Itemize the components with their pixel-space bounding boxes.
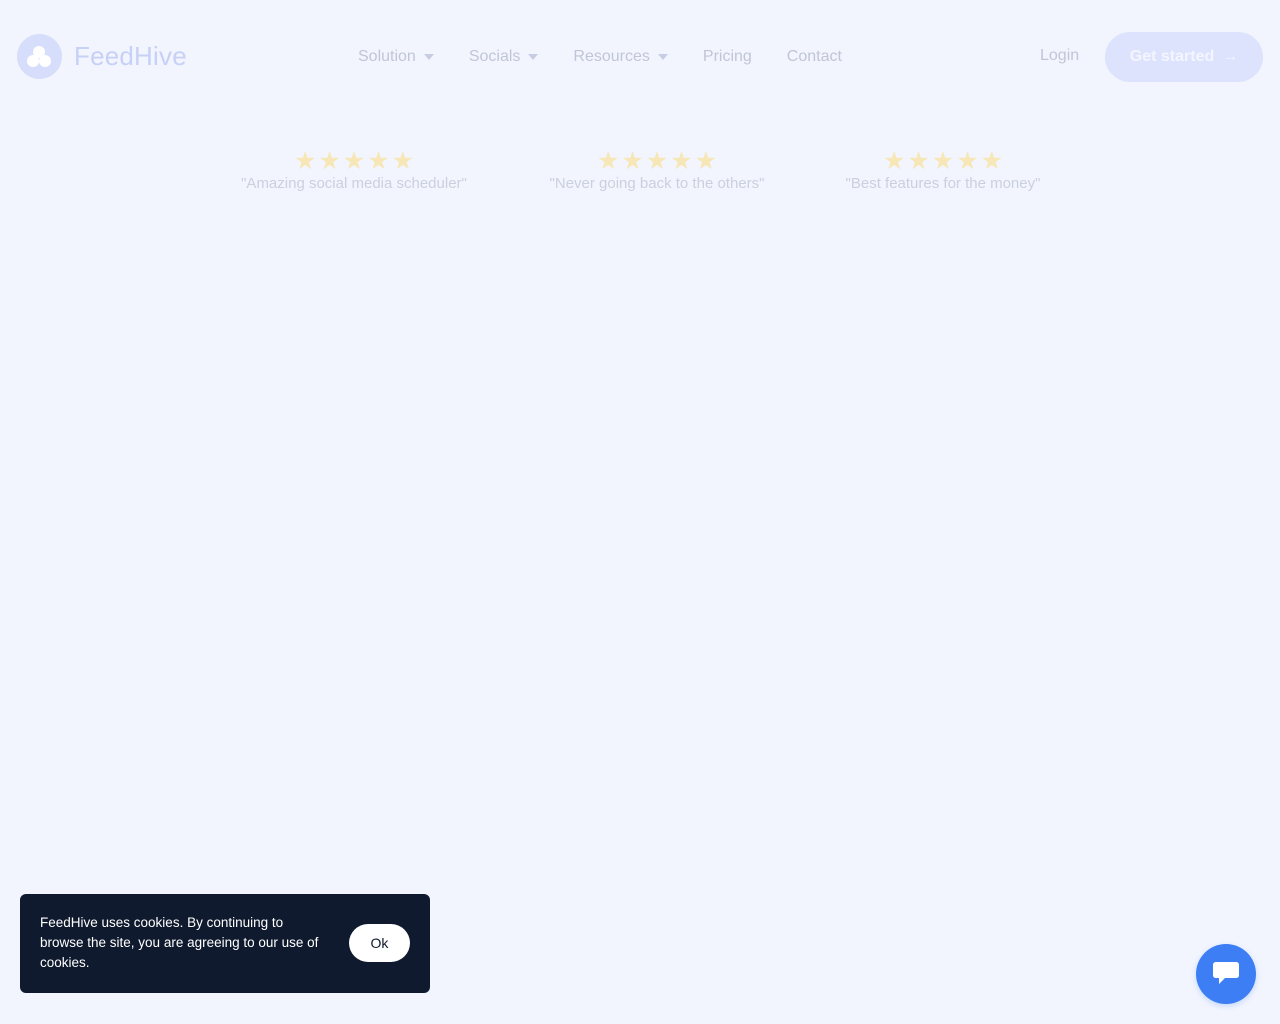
brand-name: FeedHive (74, 41, 187, 71)
nav-item-label: Resources (573, 48, 650, 65)
main-nav: Solution Socials Resources Pricing Conta… (358, 47, 877, 67)
star-rating: ★ ★ ★ ★ ★ (538, 148, 776, 174)
nav-item-pricing[interactable]: Pricing (703, 48, 752, 66)
star-icon: ★ (318, 147, 341, 175)
caret-down-icon (528, 54, 539, 60)
star-icon: ★ (670, 147, 693, 175)
star-icon: ★ (391, 147, 415, 175)
logo-link[interactable]: FeedHive (17, 34, 187, 79)
star-rating: ★ ★ ★ ★ ★ (835, 148, 1051, 174)
cookie-ok-button[interactable]: Ok (349, 924, 410, 962)
star-icon: ★ (342, 147, 366, 175)
star-icon: ★ (882, 147, 906, 175)
nav-item-resources[interactable]: Resources (573, 48, 668, 66)
star-icon: ★ (645, 147, 669, 175)
rating-item: ★ ★ ★ ★ ★ "Best features for the money" (835, 148, 1051, 192)
nav-item-solution[interactable]: Solution (358, 48, 434, 66)
star-icon: ★ (931, 147, 955, 175)
nav-item-label: Socials (468, 48, 521, 65)
rating-quote: "Amazing social media scheduler" (241, 175, 467, 192)
nav-item-label: Solution (358, 48, 416, 65)
star-icon: ★ (621, 147, 644, 175)
cookie-banner: FeedHive uses cookies. By continuing to … (20, 894, 430, 993)
star-icon: ★ (980, 147, 1004, 175)
rating-quote: "Best features for the money" (845, 175, 1041, 192)
nav-item-label: Contact (786, 48, 842, 65)
star-icon: ★ (956, 147, 979, 175)
cookie-message: FeedHive uses cookies. By continuing to … (40, 915, 319, 970)
get-started-button[interactable]: Get started → (1105, 32, 1263, 82)
caret-down-icon (657, 54, 668, 60)
site-header: FeedHive Solution Socials Resources Pric… (0, 0, 1280, 114)
nav-item-contact[interactable]: Contact (787, 48, 842, 66)
rating-item: ★ ★ ★ ★ ★ "Amazing social media schedule… (229, 148, 479, 192)
ratings-strip: ★ ★ ★ ★ ★ "Amazing social media schedule… (0, 148, 1280, 208)
nav-item-label: Pricing (702, 48, 752, 65)
star-rating: ★ ★ ★ ★ ★ (229, 148, 479, 174)
star-icon: ★ (694, 147, 718, 175)
login-link[interactable]: Login (1040, 47, 1079, 65)
rating-quote: "Never going back to the others" (549, 175, 765, 192)
nav-item-socials[interactable]: Socials (469, 48, 539, 66)
feedhive-logo-icon (17, 34, 62, 79)
arrow-right-icon: → (1222, 48, 1239, 65)
star-icon: ★ (367, 147, 390, 175)
rating-item: ★ ★ ★ ★ ★ "Never going back to the other… (538, 148, 776, 192)
star-icon: ★ (293, 147, 317, 175)
caret-down-icon (423, 54, 434, 60)
chat-bubble-icon (1213, 962, 1239, 984)
star-icon: ★ (596, 147, 620, 175)
star-icon: ★ (907, 147, 930, 175)
chat-button[interactable] (1196, 944, 1256, 1004)
get-started-label: Get started (1129, 48, 1215, 65)
